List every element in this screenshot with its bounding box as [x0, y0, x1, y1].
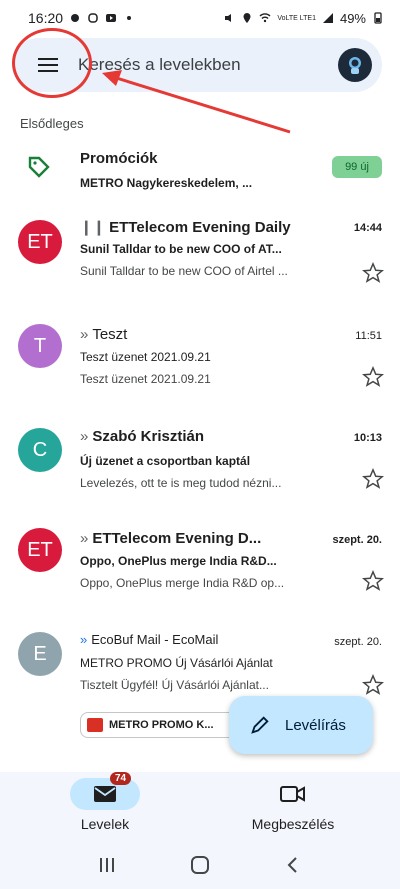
email-preview: Teszt üzenet 2021.09.21 — [80, 372, 211, 386]
section-label: Elsődleges — [20, 116, 84, 131]
email-time: szept. 20. — [334, 636, 382, 648]
email-sender: » EcoBuf Mail - EcoMail — [80, 632, 219, 647]
mail-nav-pill[interactable]: 74 — [70, 772, 140, 810]
sender-avatar: E — [18, 632, 62, 676]
star-icon[interactable] — [362, 674, 384, 696]
youtube-icon — [106, 14, 117, 22]
battery-percent: 49% — [339, 10, 366, 26]
mail-icon — [94, 786, 116, 802]
email-sender: ❙❙ ETTelecom Evening Daily — [80, 219, 291, 236]
annotation-arrow — [102, 70, 291, 134]
sender-avatar: ET — [18, 220, 62, 264]
sender-avatar: T — [18, 324, 62, 368]
meet-nav-pill[interactable] — [258, 778, 328, 810]
email-preview: Levelezés, ott te is meg tudod nézni... — [80, 476, 282, 490]
nav-mail-label: Levelek — [80, 816, 130, 832]
important-marker-icon: » — [80, 530, 89, 547]
important-marker-icon: » — [80, 428, 89, 445]
compose-label: Levélírás — [285, 716, 346, 734]
email-sender: » Teszt — [80, 326, 128, 343]
mute-icon — [225, 14, 232, 22]
email-row[interactable]: ET » ETTelecom Evening D... szept. 20. Op… — [0, 522, 400, 622]
important-marker-icon: » — [80, 632, 88, 647]
email-preview: Sunil Talldar to be new COO of Airtel ..… — [80, 264, 288, 278]
email-time: 10:13 — [353, 432, 382, 444]
email-subject: Új üzenet a csoportban kaptál — [80, 454, 251, 468]
sender-avatar: ET — [18, 528, 62, 572]
pencil-icon — [251, 716, 269, 734]
important-marker-icon: » — [80, 326, 89, 343]
pdf-icon — [87, 718, 103, 732]
video-camera-icon — [280, 786, 305, 802]
wifi-icon — [259, 13, 271, 23]
email-preview: Oppo, OnePlus merge India R&D op... — [80, 576, 285, 590]
email-preview: Tisztelt Ügyfél! Új Vásárlói Ajánlat... — [80, 678, 269, 692]
nav-meet-label: Megbeszélés — [251, 816, 335, 832]
email-row[interactable]: ET ❙❙ ETTelecom Evening Daily 14:44 Sunil… — [0, 210, 400, 310]
email-subject: Sunil Talldar to be new COO of AT... — [80, 242, 282, 256]
notification-icon — [71, 14, 80, 22]
email-time: szept. 20. — [332, 534, 382, 546]
email-sender: » Szabó Krisztián — [80, 428, 205, 445]
bottom-navigation: 74 Levelek Megbeszélés — [0, 772, 400, 840]
star-icon[interactable] — [362, 570, 384, 592]
home-icon[interactable] — [190, 855, 210, 875]
star-icon[interactable] — [362, 262, 384, 284]
attachment-name: METRO PROMO K... — [109, 719, 214, 731]
important-marker-icon: ❙❙ — [80, 219, 106, 236]
attachment-chip[interactable]: METRO PROMO K... — [80, 712, 240, 738]
nav-meet[interactable]: Megbeszélés — [218, 778, 368, 832]
email-time: 11:51 — [355, 330, 382, 342]
recent-apps-icon[interactable] — [97, 856, 117, 874]
tag-icon — [28, 156, 50, 178]
email-subject: METRO PROMO Új Vásárlói Ajánlat — [80, 656, 273, 670]
system-navigation — [0, 840, 400, 889]
unread-badge: 74 — [110, 772, 132, 785]
dot-icon — [127, 16, 132, 20]
battery-icon — [374, 12, 382, 24]
status-time: 16:20 — [28, 10, 64, 26]
promotions-title: Promóciók — [80, 150, 158, 167]
email-row[interactable]: T » Teszt 11:51 Teszt üzenet 2021.09.21 T… — [0, 318, 400, 418]
promotions-badge: 99 új — [332, 156, 382, 178]
astronaut-avatar-icon — [349, 57, 361, 74]
back-icon[interactable] — [283, 855, 303, 875]
email-subject: Oppo, OnePlus merge India R&D... — [80, 554, 277, 568]
promotions-preview: METRO Nagykereskedelem, ... — [80, 176, 253, 190]
email-sender: » ETTelecom Evening D... — [80, 530, 262, 547]
nav-mail[interactable]: 74 Levelek — [30, 772, 180, 832]
star-icon[interactable] — [362, 468, 384, 490]
location-icon — [243, 13, 251, 23]
compose-button[interactable]: Levélírás — [229, 696, 373, 754]
annotation-circle — [12, 28, 92, 98]
sender-avatar: C — [18, 428, 62, 472]
signal-icon — [322, 13, 333, 23]
email-row[interactable]: C » Szabó Krisztián 10:13 Új üzenet a cso… — [0, 420, 400, 520]
phone-icon — [88, 13, 98, 23]
email-time: 14:44 — [353, 222, 382, 234]
account-avatar[interactable] — [338, 48, 372, 82]
network-label: VoLTE LTE1 — [277, 14, 316, 22]
email-subject: Teszt üzenet 2021.09.21 — [80, 350, 211, 364]
star-icon[interactable] — [362, 366, 384, 388]
